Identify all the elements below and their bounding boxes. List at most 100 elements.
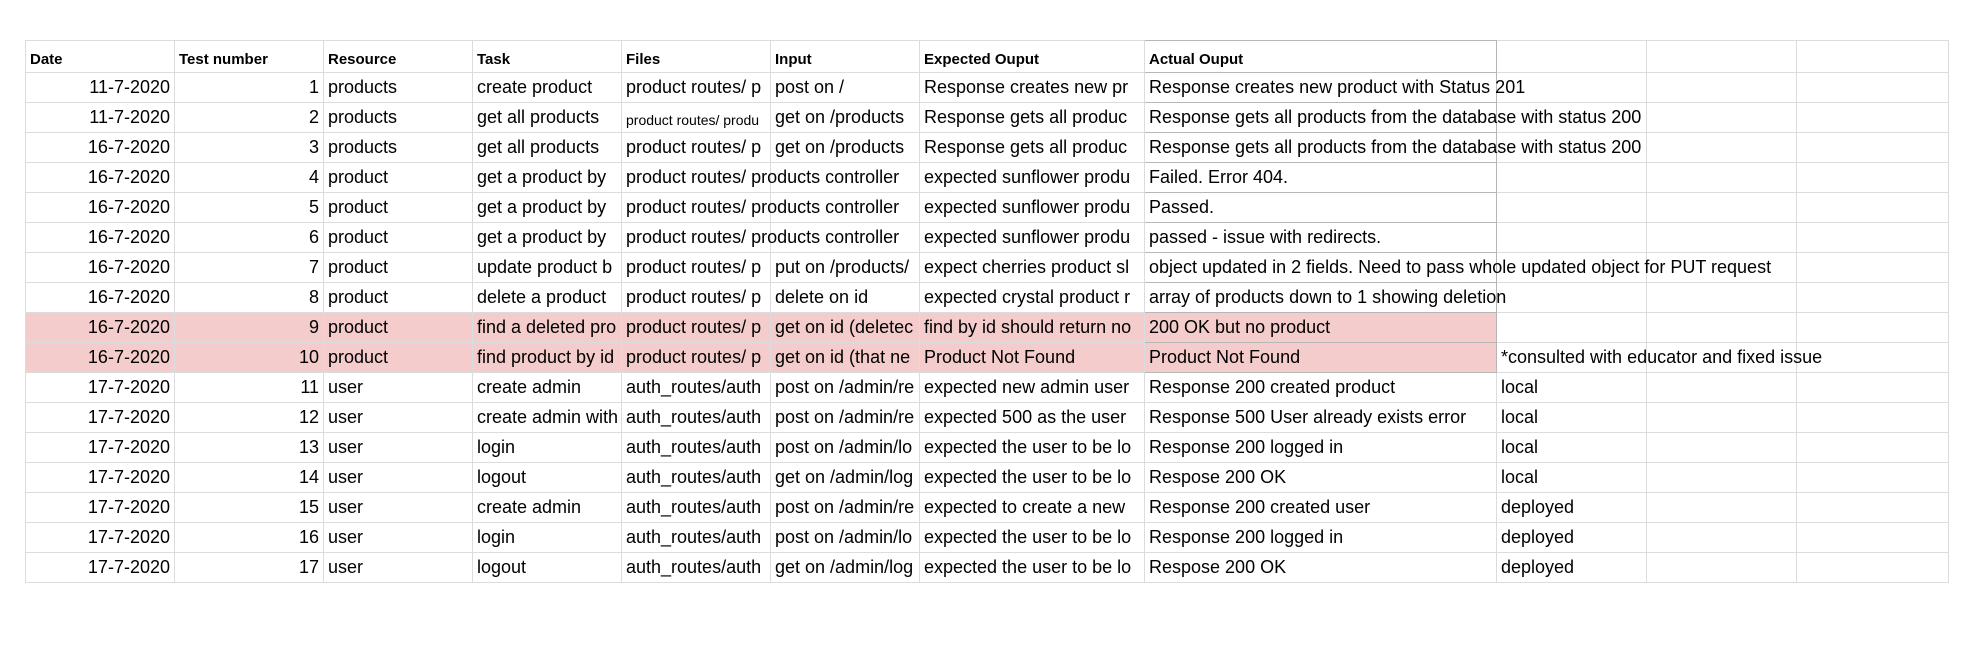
header-cell[interactable] <box>1796 40 1949 73</box>
cell-num[interactable]: 16 <box>174 522 324 553</box>
cell-files[interactable]: product routes/ products controller <box>621 162 899 193</box>
cell-date[interactable]: 16-7-2020 <box>25 252 175 283</box>
cell-resource[interactable]: user <box>323 372 473 403</box>
cell-resource[interactable]: user <box>323 402 473 433</box>
cell-expected[interactable]: expected 500 as the user <box>919 402 1145 433</box>
empty-cell[interactable] <box>1796 252 1949 283</box>
empty-cell[interactable] <box>1646 312 1797 343</box>
cell-expected[interactable]: expected the user to be lo <box>919 552 1145 583</box>
cell-date[interactable]: 17-7-2020 <box>25 462 175 493</box>
cell-files[interactable]: product routes/ p <box>621 132 771 163</box>
cell-resource[interactable]: user <box>323 552 473 583</box>
cell-expected[interactable]: Response gets all produc <box>919 132 1145 163</box>
cell-files[interactable]: auth_routes/auth <box>621 402 771 433</box>
cell-files[interactable]: auth_routes/auth <box>621 372 771 403</box>
empty-cell[interactable] <box>1646 552 1797 583</box>
empty-cell[interactable] <box>1646 522 1797 553</box>
cell-actual[interactable]: Respose 200 OK <box>1144 552 1497 583</box>
empty-cell[interactable] <box>1796 192 1949 223</box>
cell-expected[interactable]: expected sunflower produ <box>919 192 1145 223</box>
cell-actual[interactable]: 200 OK but no product <box>1144 312 1497 343</box>
cell-input[interactable]: get on /products <box>770 132 920 163</box>
cell-extra[interactable] <box>1496 312 1647 343</box>
empty-cell[interactable] <box>1796 222 1949 253</box>
empty-cell[interactable] <box>1646 492 1797 523</box>
empty-cell[interactable] <box>1646 192 1797 223</box>
empty-cell[interactable] <box>1646 282 1797 313</box>
cell-task[interactable]: create admin <box>472 492 622 523</box>
empty-cell[interactable] <box>1646 72 1797 103</box>
header-cell[interactable]: Test number <box>174 40 324 73</box>
cell-num[interactable]: 5 <box>174 192 324 223</box>
cell-resource[interactable]: product <box>323 222 473 253</box>
cell-actual[interactable]: Response 200 created product <box>1144 372 1497 403</box>
cell-task[interactable]: get all products <box>472 132 622 163</box>
cell-extra[interactable]: deployed <box>1496 492 1647 523</box>
cell-resource[interactable]: product <box>323 192 473 223</box>
cell-num[interactable]: 15 <box>174 492 324 523</box>
header-cell[interactable]: Actual Ouput <box>1144 40 1497 73</box>
cell-date[interactable]: 11-7-2020 <box>25 72 175 103</box>
cell-task[interactable]: logout <box>472 552 622 583</box>
empty-cell[interactable] <box>1796 72 1949 103</box>
empty-cell[interactable] <box>1646 102 1797 133</box>
cell-files[interactable]: auth_routes/auth <box>621 462 771 493</box>
cell-actual[interactable]: Response 200 logged in <box>1144 432 1497 463</box>
cell-expected[interactable]: Response creates new pr <box>919 72 1145 103</box>
empty-cell[interactable] <box>1796 492 1949 523</box>
header-cell[interactable]: Files <box>621 40 771 73</box>
cell-date[interactable]: 17-7-2020 <box>25 372 175 403</box>
cell-expected[interactable]: expected to create a new <box>919 492 1145 523</box>
cell-actual[interactable]: Response 200 logged in <box>1144 522 1497 553</box>
cell-actual[interactable]: Response 200 created user <box>1144 492 1497 523</box>
cell-expected[interactable]: Response gets all produc <box>919 102 1145 133</box>
cell-num[interactable]: 1 <box>174 72 324 103</box>
cell-num[interactable]: 8 <box>174 282 324 313</box>
cell-task[interactable]: get a product by <box>472 192 622 223</box>
cell-date[interactable]: 17-7-2020 <box>25 432 175 463</box>
cell-num[interactable]: 17 <box>174 552 324 583</box>
cell-extra[interactable]: local <box>1496 432 1647 463</box>
cell-actual[interactable]: Passed. <box>1144 192 1497 223</box>
empty-cell[interactable] <box>1646 432 1797 463</box>
cell-task[interactable]: create admin <box>472 372 622 403</box>
cell-extra[interactable]: local <box>1496 372 1647 403</box>
cell-resource[interactable]: product <box>323 282 473 313</box>
cell-task[interactable]: login <box>472 522 622 553</box>
empty-cell[interactable] <box>1796 372 1949 403</box>
empty-cell[interactable] <box>1796 432 1949 463</box>
cell-input[interactable]: put on /products/ <box>770 252 920 283</box>
cell-resource[interactable]: product <box>323 162 473 193</box>
cell-resource[interactable]: user <box>323 492 473 523</box>
empty-cell[interactable] <box>1646 372 1797 403</box>
empty-cell[interactable] <box>1796 552 1949 583</box>
cell-task[interactable]: login <box>472 432 622 463</box>
cell-task[interactable]: get a product by <box>472 162 622 193</box>
empty-cell[interactable] <box>1796 402 1949 433</box>
cell-files[interactable]: auth_routes/auth <box>621 492 771 523</box>
header-cell[interactable]: Expected Ouput <box>919 40 1145 73</box>
cell-task[interactable]: create admin with <box>472 402 622 433</box>
cell-task[interactable]: find product by id <box>472 342 622 373</box>
header-cell[interactable] <box>1646 40 1797 73</box>
cell-date[interactable]: 16-7-2020 <box>25 312 175 343</box>
cell-input[interactable]: post on /admin/re <box>770 372 920 403</box>
cell-expected[interactable]: Product Not Found <box>919 342 1145 373</box>
cell-input[interactable]: post on / <box>770 72 920 103</box>
cell-extra[interactable]: deployed <box>1496 552 1647 583</box>
cell-num[interactable]: 3 <box>174 132 324 163</box>
cell-actual[interactable]: Response creates new product with Status… <box>1144 72 1525 103</box>
header-cell[interactable] <box>1496 40 1647 73</box>
header-cell[interactable]: Resource <box>323 40 473 73</box>
cell-extra[interactable]: local <box>1496 462 1647 493</box>
empty-cell[interactable] <box>1646 462 1797 493</box>
cell-resource[interactable]: products <box>323 72 473 103</box>
cell-actual[interactable]: Response 500 User already exists error <box>1144 402 1497 433</box>
cell-num[interactable]: 13 <box>174 432 324 463</box>
cell-resource[interactable]: product <box>323 312 473 343</box>
empty-cell[interactable] <box>1796 282 1949 313</box>
cell-task[interactable]: create product <box>472 72 622 103</box>
cell-resource[interactable]: user <box>323 432 473 463</box>
cell-input[interactable]: get on id (that ne <box>770 342 920 373</box>
cell-expected[interactable]: expected the user to be lo <box>919 432 1145 463</box>
